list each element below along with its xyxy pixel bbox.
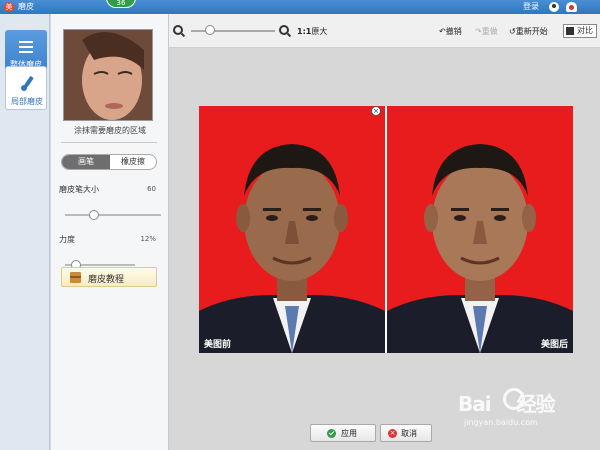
skin-icon[interactable] <box>566 2 577 12</box>
menu-icon <box>19 41 33 53</box>
brush-size-label: 磨皮笔大小 <box>59 185 99 194</box>
brush-mode-button[interactable]: 画笔 <box>62 155 110 169</box>
divider <box>61 142 157 143</box>
brush-size-value: 60 <box>147 185 156 193</box>
watermark-url: jingyan.baidu.com <box>464 418 538 427</box>
settings-panel: 涂抹需要磨皮的区域 画笔 橡皮擦 磨皮笔大小 60 力度 12% 磨皮教程 <box>51 14 169 450</box>
preview-thumbnail <box>63 29 153 121</box>
before-label: 美图前 <box>204 340 232 350</box>
zoom-in-icon[interactable] <box>279 25 289 35</box>
zoom-slider[interactable] <box>191 30 275 32</box>
watermark: Bai 经验 jingyan.baidu.com <box>448 386 598 432</box>
apply-button[interactable]: 应用 <box>310 424 376 442</box>
strength-value: 12% <box>140 235 156 243</box>
box-icon <box>70 272 81 283</box>
badge: 36 <box>106 0 136 8</box>
actual-size-label: 原大 <box>311 27 328 36</box>
window-title: 磨皮 <box>18 2 34 11</box>
redo-label: 重做 <box>481 27 498 36</box>
reset-icon: ↺ <box>509 27 516 36</box>
mode-toggle: 画笔 橡皮擦 <box>61 154 157 170</box>
title-bar: 美 磨皮 36 登录 <box>0 0 600 14</box>
app-logo-icon: 美 <box>4 2 14 12</box>
user-icon[interactable] <box>549 2 559 12</box>
mode-tab-column: 整体磨皮 局部磨皮 <box>0 14 50 450</box>
compare-label: 对比 <box>577 26 593 35</box>
actual-size-button[interactable]: 1:1原大 <box>297 26 327 37</box>
check-icon <box>327 429 336 438</box>
after-label: 美图后 <box>540 340 568 350</box>
cancel-label: 取消 <box>401 429 417 438</box>
canvas: 美图前 美图后 × <box>169 49 600 420</box>
undo-label: 撤销 <box>445 27 462 36</box>
toolbar: 1:1原大 ↶撤销 ↷重做 ↺重新开始 对比 <box>169 14 600 48</box>
apply-label: 应用 <box>341 429 357 438</box>
cancel-button[interactable]: × 取消 <box>380 424 432 442</box>
brush-icon <box>20 76 34 92</box>
zoom-ratio: 1:1 <box>297 27 312 36</box>
undo-button[interactable]: ↶撤销 <box>439 26 462 37</box>
tutorial-label: 磨皮教程 <box>88 275 125 285</box>
tab-label: 局部磨皮 <box>11 97 43 106</box>
undo-icon: ↶ <box>439 27 446 36</box>
close-icon[interactable]: × <box>371 106 381 116</box>
strength-slider[interactable] <box>65 260 135 270</box>
thumbnail-caption: 涂抹需要磨皮的区域 <box>74 126 146 135</box>
tab-partial-skin[interactable]: 局部磨皮 <box>5 66 47 110</box>
paw-icon <box>503 388 525 410</box>
x-icon: × <box>388 429 397 438</box>
after-image[interactable]: 美图后 <box>387 106 573 353</box>
compare-toggle[interactable]: 对比 <box>563 24 597 38</box>
zoom-slider-handle[interactable] <box>205 25 215 35</box>
brush-size-slider-handle[interactable] <box>89 210 99 220</box>
strength-label: 力度 <box>59 235 75 244</box>
login-link[interactable]: 登录 <box>523 1 539 12</box>
eraser-mode-button[interactable]: 橡皮擦 <box>110 155 156 169</box>
redo-icon: ↷ <box>475 27 482 36</box>
before-image[interactable]: 美图前 <box>199 106 385 353</box>
tutorial-button[interactable]: 磨皮教程 <box>61 267 157 287</box>
reset-button[interactable]: ↺重新开始 <box>509 26 548 37</box>
brush-size-slider[interactable] <box>65 210 161 220</box>
redo-button[interactable]: ↷重做 <box>475 26 498 37</box>
zoom-out-icon[interactable] <box>173 25 183 35</box>
reset-label: 重新开始 <box>515 27 548 36</box>
